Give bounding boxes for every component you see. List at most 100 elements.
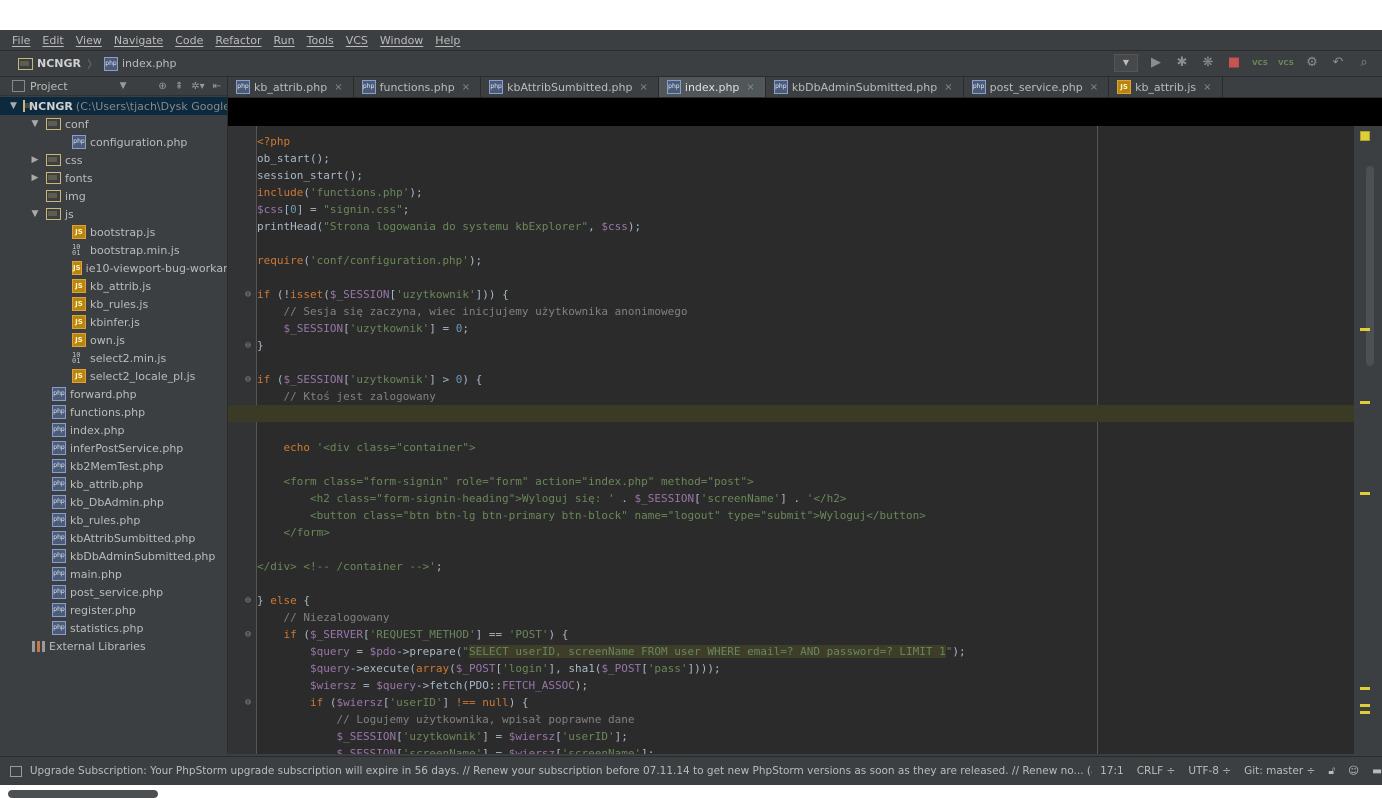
stop-icon[interactable]: ■ — [1226, 55, 1242, 71]
status-message[interactable]: Upgrade Subscription: Your PhpStorm upgr… — [30, 765, 1092, 777]
code-line[interactable]: ⊖ if ($_SERVER['REQUEST_METHOD'] == 'POS… — [245, 626, 1354, 643]
file-encoding[interactable]: UTF-8 ÷ — [1188, 765, 1231, 777]
code-line[interactable] — [228, 405, 1354, 422]
settings-icon[interactable]: ⚙ — [1304, 55, 1320, 71]
code-line[interactable]: echo '<div class="container"> — [257, 439, 1354, 456]
vcs-branch[interactable]: Git: master ÷ — [1244, 765, 1315, 777]
tree-item[interactable]: JS select2_locale_pl.js — [0, 367, 227, 385]
tab-kbdbadminsubmitted-php[interactable]: php kbDbAdminSubmitted.php × — [766, 77, 964, 97]
code-line[interactable]: $query->execute(array($_POST['login'], s… — [257, 660, 1354, 677]
debug-icon[interactable]: ✱ — [1174, 55, 1190, 71]
code-line[interactable]: <?php — [257, 133, 1354, 150]
warning-marker[interactable] — [1360, 492, 1370, 495]
warning-marker[interactable] — [1360, 687, 1370, 690]
tree-item[interactable]: php index.php — [0, 421, 227, 439]
code-line[interactable]: $_SESSION['screenName'] = $wiersz['scree… — [257, 745, 1354, 754]
code-line[interactable] — [257, 575, 1354, 592]
tree-item[interactable]: php configuration.php — [0, 133, 227, 151]
tab-post-service-php[interactable]: php post_service.php × — [964, 77, 1110, 97]
tree-item[interactable]: JS own.js — [0, 331, 227, 349]
code-line[interactable]: $_SESSION['uzytkownik'] = $wiersz['userI… — [257, 728, 1354, 745]
tree-item[interactable]: JS kb_attrib.js — [0, 277, 227, 295]
menu-edit[interactable]: Edit — [36, 34, 69, 47]
tree-item[interactable]: img — [0, 187, 227, 205]
line-separator[interactable]: CRLF ÷ — [1137, 765, 1176, 777]
warning-marker[interactable] — [1360, 328, 1370, 331]
inspection-status-icon[interactable] — [1360, 131, 1370, 141]
tree-external-libraries[interactable]: External Libraries — [0, 637, 227, 655]
code-line[interactable]: </div> <!-- /container -->'; — [257, 558, 1354, 575]
tree-item[interactable]: ▼ conf — [0, 115, 227, 133]
code-editor[interactable]: <?php ob_start(); session_start(); include(… — [228, 126, 1354, 754]
tree-item[interactable]: php kbDbAdminSubmitted.php — [0, 547, 227, 565]
menu-tools[interactable]: Tools — [301, 34, 340, 47]
tree-root[interactable]: ▼ NCNGR (C:\Users\tjach\Dysk Google — [0, 97, 227, 115]
run-config-dropdown[interactable]: ▼ — [1114, 54, 1138, 72]
tree-item[interactable]: php kb_attrib.php — [0, 475, 227, 493]
warning-marker[interactable] — [1360, 711, 1370, 714]
code-line[interactable]: <button class="btn btn-lg btn-primary bt… — [257, 507, 1354, 524]
code-line[interactable]: require('conf/configuration.php'); — [257, 252, 1354, 269]
tree-item[interactable]: php kb_DbAdmin.php — [0, 493, 227, 511]
menu-vcs[interactable]: VCS — [340, 34, 374, 47]
code-area[interactable]: <?php ob_start(); session_start(); include(… — [228, 133, 1354, 754]
project-panel-title[interactable]: Project — [30, 80, 68, 93]
code-line[interactable]: </form> — [257, 524, 1354, 541]
menu-window[interactable]: Window — [374, 34, 429, 47]
code-line[interactable]: // Logujemy użytkownika, wpisał poprawne… — [257, 711, 1354, 728]
code-line[interactable]: ⊖ if (!isset($_SESSION['uzytkownik'])) { — [245, 286, 1354, 303]
tree-item[interactable]: php functions.php — [0, 403, 227, 421]
menu-help[interactable]: Help — [429, 34, 466, 47]
close-tab-icon[interactable]: × — [746, 82, 754, 93]
tree-item[interactable]: php register.php — [0, 601, 227, 619]
tree-item[interactable]: php kbAttribSumbitted.php — [0, 529, 227, 547]
tab-kbattribsumbitted-php[interactable]: php kbAttribSumbitted.php × — [481, 77, 659, 97]
editor-vertical-scrollbar[interactable] — [1354, 126, 1382, 754]
code-line[interactable] — [257, 269, 1354, 286]
close-tab-icon[interactable]: × — [640, 82, 648, 93]
tree-item[interactable]: php main.php — [0, 565, 227, 583]
fold-icon[interactable]: ⊖ — [245, 286, 251, 303]
menu-run[interactable]: Run — [268, 34, 301, 47]
tree-item[interactable]: JS kb_rules.js — [0, 295, 227, 313]
menu-navigate[interactable]: Navigate — [108, 34, 169, 47]
code-line[interactable]: $wiersz = $query->fetch(PDO::FETCH_ASSOC… — [257, 677, 1354, 694]
run-icon[interactable]: ▶ — [1148, 55, 1164, 71]
collapse-all-icon[interactable]: ⇞ — [175, 81, 183, 92]
editor-gutter[interactable] — [228, 126, 257, 754]
scroll-from-source-icon[interactable]: ⊕ — [158, 81, 166, 92]
code-line[interactable]: ⊖ if ($wiersz['userID'] !== null) { — [245, 694, 1354, 711]
search-icon[interactable]: ⌕ — [1356, 55, 1372, 71]
tree-item[interactable]: php statistics.php — [0, 619, 227, 637]
warning-marker[interactable] — [1360, 704, 1370, 707]
code-line[interactable] — [257, 541, 1354, 558]
code-line[interactable]: include('functions.php'); — [257, 184, 1354, 201]
code-line[interactable]: // Sesja się zaczyna, wiec inicjujemy uż… — [257, 303, 1354, 320]
code-line[interactable]: ⊖} else { — [245, 592, 1354, 609]
code-line[interactable]: session_start(); — [257, 167, 1354, 184]
tree-item[interactable]: php kb2MemTest.php — [0, 457, 227, 475]
tree-item[interactable]: JS ie10-viewport-bug-workarou — [0, 259, 227, 277]
warning-marker[interactable] — [1360, 401, 1370, 404]
menu-refactor[interactable]: Refactor — [209, 34, 267, 47]
tree-item[interactable]: php inferPostService.php — [0, 439, 227, 457]
tree-item[interactable]: ▶ fonts — [0, 169, 227, 187]
gear-icon[interactable]: ✲▾ — [191, 81, 204, 92]
expand-arrow-icon[interactable]: ▼ — [30, 209, 40, 219]
fold-icon[interactable]: ⊖ — [245, 337, 251, 354]
fold-icon[interactable]: ⊖ — [245, 371, 251, 388]
fold-icon[interactable]: ⊖ — [245, 626, 251, 643]
undo-icon[interactable]: ↶ — [1330, 55, 1346, 71]
breadcrumb-file[interactable]: index.php — [122, 57, 177, 70]
code-line[interactable]: printHead("Strona logowania do systemu k… — [257, 218, 1354, 235]
fold-icon[interactable]: ⊖ — [245, 592, 251, 609]
tab-functions-php[interactable]: php functions.php × — [354, 77, 482, 97]
code-line[interactable]: // Ktoś jest zalogowany — [257, 388, 1354, 405]
code-line[interactable]: ⊖} — [245, 337, 1354, 354]
breadcrumb-project[interactable]: NCNGR — [37, 57, 81, 70]
code-line[interactable] — [257, 456, 1354, 473]
tree-item[interactable]: ▶ css — [0, 151, 227, 169]
expand-arrow-icon[interactable]: ▼ — [30, 119, 40, 129]
tree-item[interactable]: JS bootstrap.js — [0, 223, 227, 241]
code-line[interactable]: $query = $pdo->prepare("SELECT userID, s… — [257, 643, 1354, 660]
